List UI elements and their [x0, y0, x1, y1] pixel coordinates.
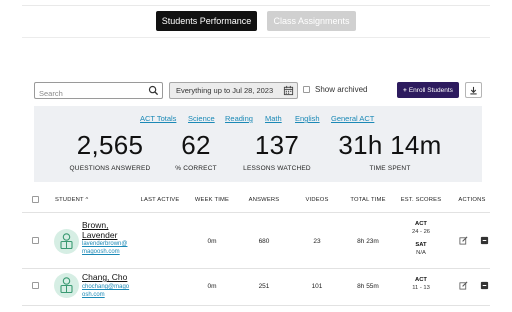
- student-header-label: STUDENT: [55, 197, 84, 203]
- date-range-picker[interactable]: Everything up to Jul 28, 2023: [169, 82, 298, 99]
- student-name-link[interactable]: Chang, Cho: [82, 272, 127, 282]
- column-header-week-time[interactable]: WEEK TIME: [195, 197, 229, 203]
- show-archived-toggle[interactable]: Show archived: [303, 85, 367, 94]
- act-score-label: ACT: [415, 221, 427, 227]
- header-divider: [22, 212, 490, 213]
- filter-math[interactable]: Math: [265, 114, 282, 123]
- tab-class-assignments[interactable]: Class Assignments: [267, 11, 356, 31]
- edit-icon[interactable]: [459, 236, 468, 245]
- student-email-link[interactable]: chochang@magoosh.com: [82, 283, 132, 299]
- student-avatar-icon: [60, 277, 73, 294]
- show-archived-checkbox[interactable]: [303, 86, 310, 93]
- sat-score-label: SAT: [415, 242, 427, 248]
- score-filter-links: ACT Totals Science Reading Math English …: [34, 114, 482, 124]
- edit-icon[interactable]: [459, 281, 468, 290]
- filter-act-totals[interactable]: ACT Totals: [140, 114, 176, 123]
- week-time-cell: 0m: [207, 283, 217, 290]
- column-header-videos[interactable]: VIDEOS: [305, 197, 328, 203]
- sat-score-value: N/A: [416, 250, 426, 256]
- student-name-link[interactable]: Brown, Lavender: [82, 220, 122, 240]
- act-score-label: ACT: [415, 277, 427, 283]
- act-score-value: 11 - 13: [412, 285, 430, 291]
- filter-science[interactable]: Science: [188, 114, 215, 123]
- column-header-answers[interactable]: ANSWERS: [249, 197, 280, 203]
- student-email-link[interactable]: lavenderbrown@magoosh.com: [82, 240, 132, 256]
- download-button[interactable]: [465, 82, 482, 98]
- column-header-student[interactable]: STUDENT ^: [55, 197, 88, 203]
- avatar: [54, 273, 79, 298]
- tab-students-performance[interactable]: Students Performance: [156, 11, 257, 31]
- stats-panel: ACT Totals Science Reading Math English …: [34, 106, 482, 182]
- row-divider: [22, 268, 490, 269]
- stat-questions-answered-label: QUESTIONS ANSWERED: [69, 165, 151, 172]
- act-score-value: 24 - 26: [411, 229, 431, 235]
- archive-icon[interactable]: [480, 281, 489, 290]
- column-header-total-time[interactable]: TOTAL TIME: [350, 197, 385, 203]
- stat-lessons-watched-label: LESSONS WATCHED: [243, 165, 311, 172]
- stat-lessons-watched-value: 137: [254, 130, 300, 160]
- videos-cell: 23: [313, 238, 321, 245]
- stat-time-spent-value: 31h 14m: [338, 130, 442, 160]
- week-time-cell: 0m: [207, 238, 217, 245]
- show-archived-label: Show archived: [315, 85, 368, 94]
- tabs-divider: [22, 37, 490, 38]
- stat-time-spent-label: TIME SPENT: [369, 165, 411, 172]
- search-input[interactable]: [35, 86, 145, 101]
- total-time-cell: 8h 55m: [357, 283, 379, 290]
- archive-icon[interactable]: [480, 236, 489, 245]
- column-header-est-scores[interactable]: EST. SCORES: [401, 197, 442, 203]
- enroll-students-button[interactable]: + Enroll Students: [397, 82, 459, 98]
- row-checkbox[interactable]: [32, 282, 39, 289]
- date-range-value: Everything up to Jul 28, 2023: [176, 86, 274, 95]
- select-all-checkbox[interactable]: [32, 196, 39, 203]
- filter-reading[interactable]: Reading: [225, 114, 253, 123]
- student-avatar-icon: [60, 233, 73, 250]
- stat-percent-correct-value: 62: [181, 130, 211, 160]
- plus-icon: +: [403, 86, 407, 94]
- enroll-students-label: Enroll Students: [408, 86, 453, 94]
- row-checkbox[interactable]: [32, 237, 39, 244]
- top-divider: [22, 5, 490, 6]
- sort-ascending-icon: ^: [85, 197, 89, 203]
- calendar-icon[interactable]: [283, 85, 294, 96]
- filter-general-act[interactable]: General ACT: [331, 114, 374, 123]
- avatar: [54, 229, 79, 254]
- download-icon: [470, 86, 477, 94]
- filter-english[interactable]: English: [295, 114, 320, 123]
- answers-cell: 251: [258, 283, 270, 290]
- column-header-last-active[interactable]: LAST ACTIVE: [141, 197, 180, 203]
- search-box[interactable]: [34, 82, 163, 101]
- total-time-cell: 8h 23m: [357, 238, 379, 245]
- column-header-actions: ACTIONS: [458, 197, 486, 203]
- answers-cell: 680: [258, 238, 270, 245]
- search-icon[interactable]: [148, 85, 159, 96]
- stat-questions-answered-value: 2,565: [76, 130, 144, 160]
- videos-cell: 101: [311, 283, 323, 290]
- row-divider: [22, 305, 490, 306]
- stat-percent-correct-label: % CORRECT: [175, 165, 217, 172]
